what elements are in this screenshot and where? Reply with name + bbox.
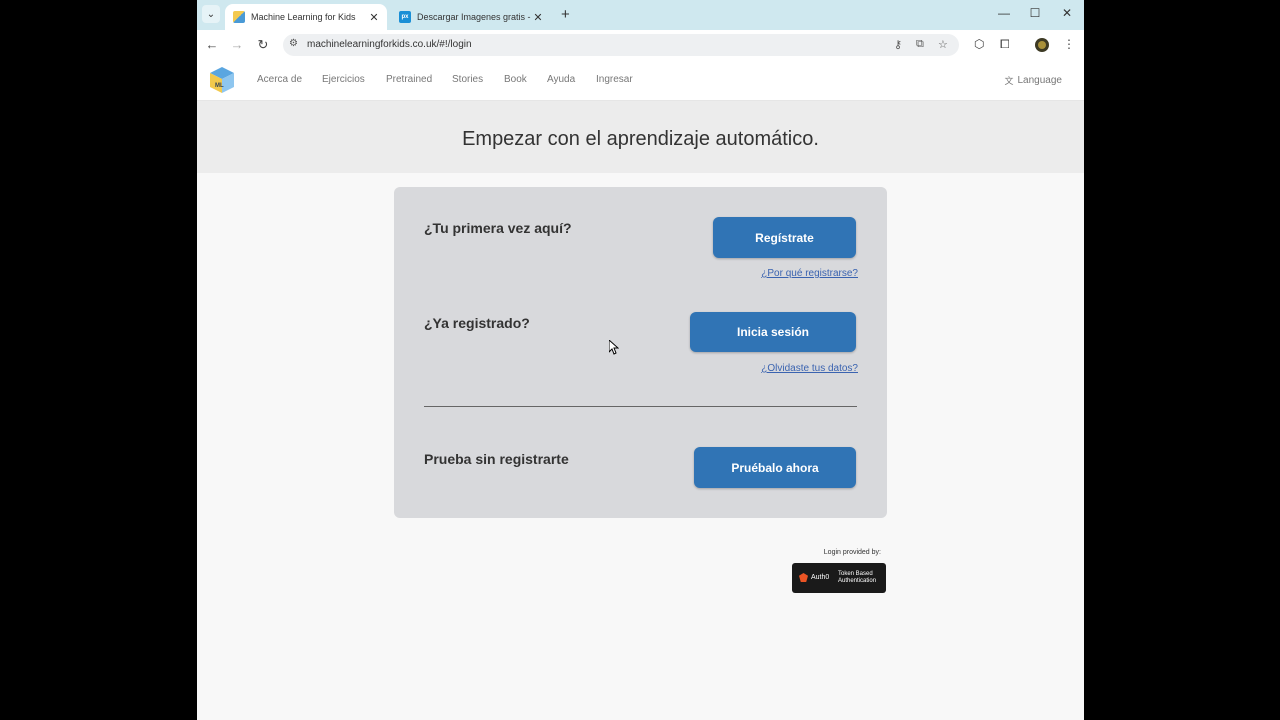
tab-search-chevron-icon[interactable]: ⌄ <box>202 5 220 23</box>
nav-pretrained[interactable]: Pretrained <box>386 74 432 85</box>
password-key-icon[interactable]: ⚷ <box>894 38 902 51</box>
forward-arrow-icon[interactable]: → <box>229 37 245 52</box>
menu-kebab-icon[interactable]: ⋮ <box>1063 37 1075 51</box>
extensions-puzzle-icon[interactable]: ⧠ <box>1000 37 1010 52</box>
language-label: Language <box>1017 75 1063 86</box>
reload-icon[interactable]: ↻ <box>255 37 271 53</box>
window-close-icon[interactable]: ✕ <box>1052 6 1082 20</box>
nav-ayuda[interactable]: Ayuda <box>547 74 575 85</box>
logo-text: ML <box>215 83 224 89</box>
pixabay-favicon-icon: px <box>399 11 411 23</box>
minimize-icon[interactable]: — <box>989 6 1019 20</box>
nav-ejercicios[interactable]: Ejercicios <box>322 74 365 85</box>
tab-machine-learning-for-kids[interactable]: Machine Learning for Kids ✕ <box>225 4 387 30</box>
tab-close-icon[interactable]: ✕ <box>531 11 545 24</box>
nav-stories[interactable]: Stories <box>452 74 483 85</box>
tab-title: Descargar Imagenes gratis - Pix <box>417 12 531 22</box>
tab-close-icon[interactable]: ✕ <box>367 11 381 24</box>
profile-avatar-icon[interactable] <box>1035 38 1049 52</box>
page-title: Empezar con el aprendizaje automático. <box>462 128 819 150</box>
register-button[interactable]: Regístrate <box>713 217 856 258</box>
try-question: Prueba sin registrarte <box>424 451 569 467</box>
nav-book[interactable]: Book <box>504 74 527 85</box>
tab-title: Machine Learning for Kids <box>251 12 356 22</box>
language-selector[interactable]: 文 Language <box>1004 74 1062 87</box>
mouse-cursor-icon <box>609 340 619 355</box>
login-card: ¿Tu primera vez aquí? Regístrate ¿Por qu… <box>394 187 887 518</box>
machine-learning-for-kids-logo[interactable]: ML <box>209 66 235 94</box>
auth0-brand: Auth0 <box>811 574 830 581</box>
auth0-tagline-line-2: Authentication <box>838 578 877 584</box>
ml-favicon-icon <box>233 11 245 23</box>
back-arrow-icon[interactable]: ← <box>204 37 220 52</box>
login-button[interactable]: Inicia sesión <box>690 312 856 352</box>
translate-icon[interactable]: ⧉ <box>916 38 924 51</box>
nav-acerca-de[interactable]: Acerca de <box>257 74 302 85</box>
tab-strip: ⌄ Machine Learning for Kids ✕ px Descarg… <box>197 0 1084 30</box>
divider <box>424 406 857 407</box>
browser-toolbar: ← → ↻ ⚙ machinelearningforkids.co.uk/#!/… <box>197 30 1084 60</box>
forgot-details-link[interactable]: ¿Olvidaste tus datos? <box>761 363 858 374</box>
try-now-button[interactable]: Pruébalo ahora <box>694 447 856 488</box>
auth0-badge[interactable]: Auth0 Token Based Authentication <box>792 563 886 593</box>
maximize-icon[interactable]: ☐ <box>1020 6 1050 20</box>
site-navbar: ML Acerca de Ejercicios Pretrained Stori… <box>197 60 1084 101</box>
extension-pin-icon[interactable]: ⬡ <box>974 37 984 51</box>
auth0-shield-icon <box>799 573 808 582</box>
new-tab-plus-icon[interactable]: + <box>561 6 570 23</box>
address-bar[interactable]: ⚙ machinelearningforkids.co.uk/#!/login … <box>283 34 959 56</box>
url-text[interactable]: machinelearningforkids.co.uk/#!/login <box>307 39 472 50</box>
browser-window: ⌄ Machine Learning for Kids ✕ px Descarg… <box>197 0 1084 720</box>
first-time-question: ¿Tu primera vez aquí? <box>424 220 572 236</box>
site-info-icon[interactable]: ⚙ <box>289 38 298 49</box>
auth0-tagline-line-1: Token Based <box>838 571 873 577</box>
login-provided-by: Login provided by: <box>823 549 881 556</box>
registered-question: ¿Ya registrado? <box>424 315 530 331</box>
why-register-link[interactable]: ¿Por qué registrarse? <box>761 268 858 279</box>
nav-ingresar[interactable]: Ingresar <box>596 74 633 85</box>
tab-pixabay[interactable]: px Descargar Imagenes gratis - Pix ✕ <box>391 4 551 30</box>
hero-banner: Empezar con el aprendizaje automático. <box>197 101 1084 173</box>
bookmark-star-icon[interactable]: ☆ <box>938 38 948 51</box>
language-translate-icon: 文 <box>1004 76 1014 86</box>
